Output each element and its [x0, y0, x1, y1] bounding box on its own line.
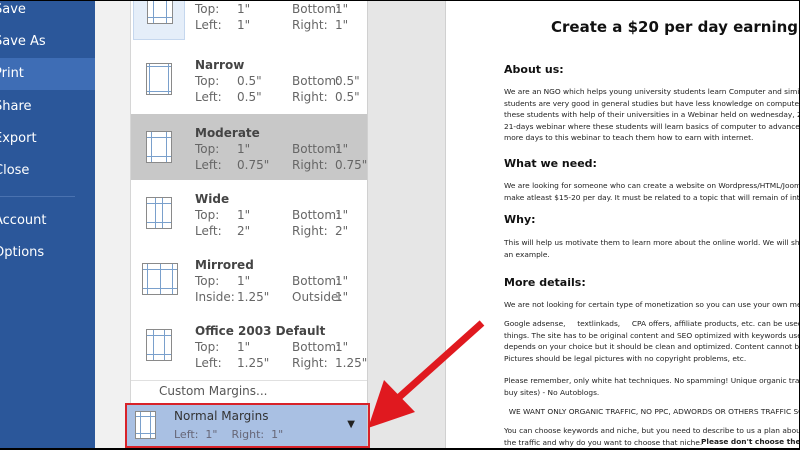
frame-border — [0, 0, 800, 1]
annotation-arrow — [368, 320, 485, 428]
